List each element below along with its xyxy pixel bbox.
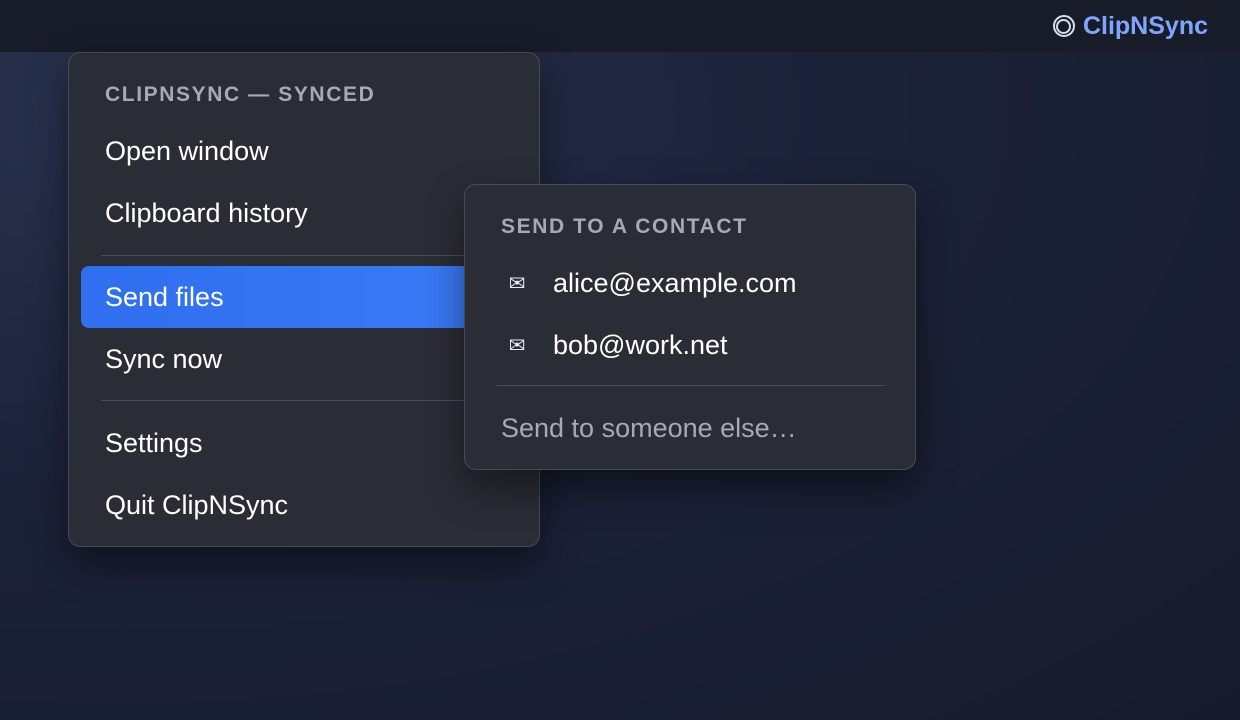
menu-item-label: Sync now	[105, 343, 223, 374]
menu-item-label: Send files	[105, 281, 224, 312]
send-other-label: Send to someone else…	[501, 412, 797, 443]
contact-item-bob[interactable]: ✉ bob@work.net	[477, 314, 903, 376]
contact-label: bob@work.net	[553, 329, 728, 360]
tray-app-name: ClipNSync	[1082, 11, 1208, 40]
send-to-someone-else[interactable]: Send to someone else…	[477, 397, 903, 459]
menu-item-clipboard-history[interactable]: Clipboard history	[81, 182, 529, 244]
menu-item-sync-now[interactable]: Sync now	[81, 328, 529, 390]
menubar: ClipNSync	[0, 0, 1240, 52]
menu-separator	[101, 400, 509, 401]
submenu-header: SEND TO A CONTACT	[501, 215, 748, 238]
mail-icon: ✉	[508, 272, 526, 295]
contact-label: alice@example.com	[553, 267, 797, 298]
menu-item-label: Clipboard history	[105, 197, 308, 228]
send-files-submenu: SEND TO A CONTACT ✉ alice@example.com ✉ …	[464, 184, 916, 470]
menu-item-label: Settings	[105, 427, 203, 458]
menu-item-settings[interactable]: Settings	[81, 412, 529, 474]
menu-item-send-files[interactable]: Send files	[81, 266, 529, 328]
menu-header: CLIPNSYNC — SYNCED	[105, 83, 376, 106]
menu-item-open-window[interactable]: Open window	[81, 120, 529, 182]
menu-item-quit[interactable]: Quit ClipNSync	[81, 474, 529, 536]
submenu-separator	[497, 385, 885, 386]
menu-item-label: Open window	[105, 135, 269, 166]
sync-ring-icon	[1052, 15, 1075, 37]
menu-item-label: Quit ClipNSync	[105, 489, 289, 520]
mail-icon: ✉	[508, 334, 526, 357]
menu-separator	[101, 255, 509, 256]
contact-item-alice[interactable]: ✉ alice@example.com	[477, 252, 903, 314]
tray-status-item[interactable]: ClipNSync	[1052, 11, 1208, 40]
